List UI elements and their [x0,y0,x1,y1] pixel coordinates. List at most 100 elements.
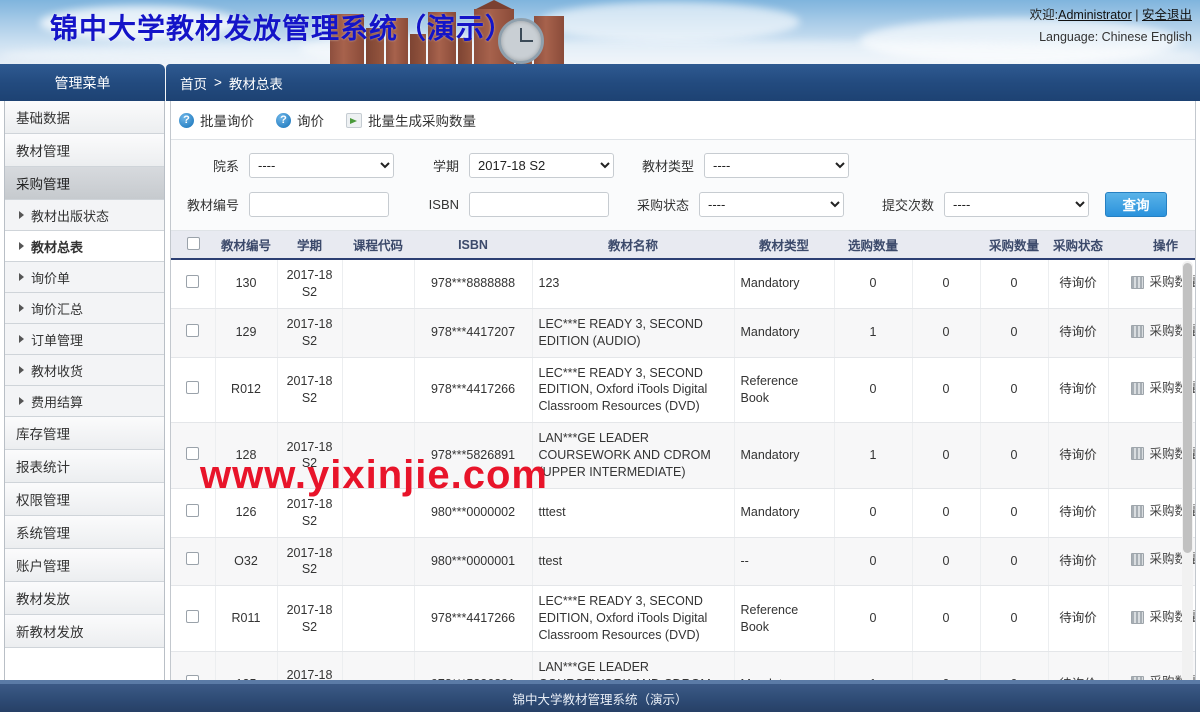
sidebar-item-10[interactable]: 库存管理 [5,417,164,450]
table-row[interactable]: 128 2017-18 S2 978***5826891 LAN***GE LEADE… [171,422,1195,489]
table-row[interactable]: R011 2017-18 S2 978***4417266 LEC***E READY… [171,585,1195,652]
row-checkbox[interactable] [186,609,200,623]
cell-buy-qty: 0 [980,488,1049,538]
sidebar-item-12[interactable]: 权限管理 [5,483,164,516]
isbn-input[interactable] [469,191,609,217]
triangle-right-icon [19,397,24,405]
language-switcher[interactable]: Language: Chinese English [1039,30,1192,44]
scrollbar-thumb[interactable] [1183,263,1192,553]
table-row[interactable]: 129 2017-18 S2 978***4417207 LEC***E READY … [171,308,1195,358]
row-checkbox-cell[interactable] [171,259,216,309]
table-row[interactable]: 130 2017-18 S2 978***8888888 123 Mandatory 0 0… [171,259,1195,309]
department-select[interactable]: ---- [249,152,394,178]
sidebar-item-5[interactable]: 询价单 [5,262,164,293]
cell-type: Reference Book [734,357,835,424]
purchase-status-select[interactable]: ---- [699,191,844,217]
row-checkbox-cell[interactable] [171,357,216,424]
app-title: 锦中大学教材发放管理系统（演示） [50,13,515,44]
sidebar-item-16[interactable]: 新教材发放 [5,615,164,648]
filter-form: 院系 ---- 学期 2017-18 S2 教材类型 ---- 教材编号 ISB… [171,140,1195,231]
row-checkbox[interactable] [186,323,200,337]
cell-isbn: 978***4417266 [414,357,533,424]
cell-buy-qty: 0 [980,585,1049,652]
triangle-right-icon [19,211,24,219]
batch-generate-purchase-qty-button[interactable]: 批量生成采购数量 [346,110,476,130]
cell-extra-qty: 0 [912,357,981,424]
cell-name: tttest [532,488,735,538]
sidebar-item-8[interactable]: 教材收货 [5,355,164,386]
sidebar-item-4[interactable]: 教材总表 [5,231,164,262]
row-checkbox[interactable] [186,274,200,288]
row-checkbox[interactable] [186,380,200,394]
breadcrumb-home[interactable]: 首页 [180,73,207,93]
cell-sel-qty: 1 [834,422,913,489]
sidebar-item-11[interactable]: 报表统计 [5,450,164,483]
cell-term: 2017-18 S2 [277,259,343,309]
sidebar-item-1[interactable]: 教材管理 [5,134,164,167]
quote-button[interactable]: ? 询价 [276,110,324,130]
book-type-select[interactable]: ---- [704,152,849,178]
sidebar-item-13[interactable]: 系统管理 [5,516,164,549]
grid-icon [1131,447,1145,461]
row-checkbox[interactable] [186,552,200,566]
cell-term: 2017-18 S2 [277,357,343,424]
cell-status: 待询价 [1048,308,1109,358]
row-checkbox[interactable] [186,503,200,517]
cell-status: 待询价 [1048,357,1109,424]
table-row[interactable]: 126 2017-18 S2 980***0000002 tttest Mandator… [171,488,1195,538]
cell-course [342,488,415,538]
row-checkbox-cell[interactable] [171,422,216,489]
sidebar-item-14[interactable]: 账户管理 [5,549,164,582]
sidebar-item-label: 账户管理 [16,559,70,574]
sidebar-item-label: 询价单 [31,270,71,286]
sidebar-item-3[interactable]: 教材出版状态 [5,200,164,231]
cell-buy-qty: 0 [980,259,1049,309]
cell-term: 2017-18 S2 [277,488,343,538]
row-checkbox-cell[interactable] [171,488,216,538]
table-row[interactable]: O32 2017-18 S2 980***0000001 ttest -- 0 0 0 待询价采… [171,537,1195,587]
cell-isbn: 978***4417207 [414,308,533,358]
book-no-input[interactable] [249,191,389,217]
username-link[interactable]: Administrator [1058,8,1132,22]
column-header-name: 教材名称 [532,231,734,260]
sidebar-item-15[interactable]: 教材发放 [5,582,164,615]
cell-book-no: R012 [215,357,278,424]
submit-count-select[interactable]: ---- [944,191,1089,217]
cell-term: 2017-18 S2 [277,537,343,587]
management-menu-tab[interactable]: 管理菜单 [0,64,165,101]
sidebar-item-0[interactable]: 基础数据 [5,101,164,134]
grid-icon [1131,275,1145,289]
sidebar-item-9[interactable]: 费用结算 [5,386,164,417]
table-row[interactable]: R012 2017-18 S2 978***4417266 LEC***E READY… [171,357,1195,424]
sidebar-item-label: 教材收货 [31,363,84,379]
grid-icon [1131,381,1145,395]
cell-sel-qty: 0 [834,357,913,424]
row-checkbox-cell[interactable] [171,308,216,358]
logout-link[interactable]: 安全退出 [1142,8,1192,22]
batch-quote-button[interactable]: ? 批量询价 [179,110,254,130]
user-info: 欢迎:Administrator | 安全退出 [1030,4,1192,23]
table-vertical-scrollbar[interactable] [1182,261,1193,688]
quote-label: 询价 [297,114,324,129]
query-button[interactable]: 查询 [1105,191,1167,217]
cell-book-no: R011 [215,585,278,652]
cell-buy-qty: 0 [980,357,1049,424]
sidebar-item-7[interactable]: 订单管理 [5,324,164,355]
sidebar-item-label: 询价汇总 [31,301,84,317]
row-checkbox-cell[interactable] [171,585,216,652]
sidebar-item-2[interactable]: 采购管理 [5,167,164,200]
question-circle-icon: ? [276,112,291,128]
triangle-right-icon [19,304,24,312]
cell-isbn: 978***4417266 [414,585,533,652]
divider: | [1135,8,1139,22]
cell-sel-qty: 0 [834,585,913,652]
cell-course [342,537,415,587]
sidebar-item-label: 权限管理 [16,493,70,508]
select-all-checkbox[interactable] [186,236,200,250]
triangle-right-icon [19,335,24,343]
row-checkbox[interactable] [186,446,200,460]
term-select[interactable]: 2017-18 S2 [469,152,614,178]
row-checkbox-cell[interactable] [171,537,216,587]
sidebar-item-6[interactable]: 询价汇总 [5,293,164,324]
cell-status: 待询价 [1048,585,1109,652]
